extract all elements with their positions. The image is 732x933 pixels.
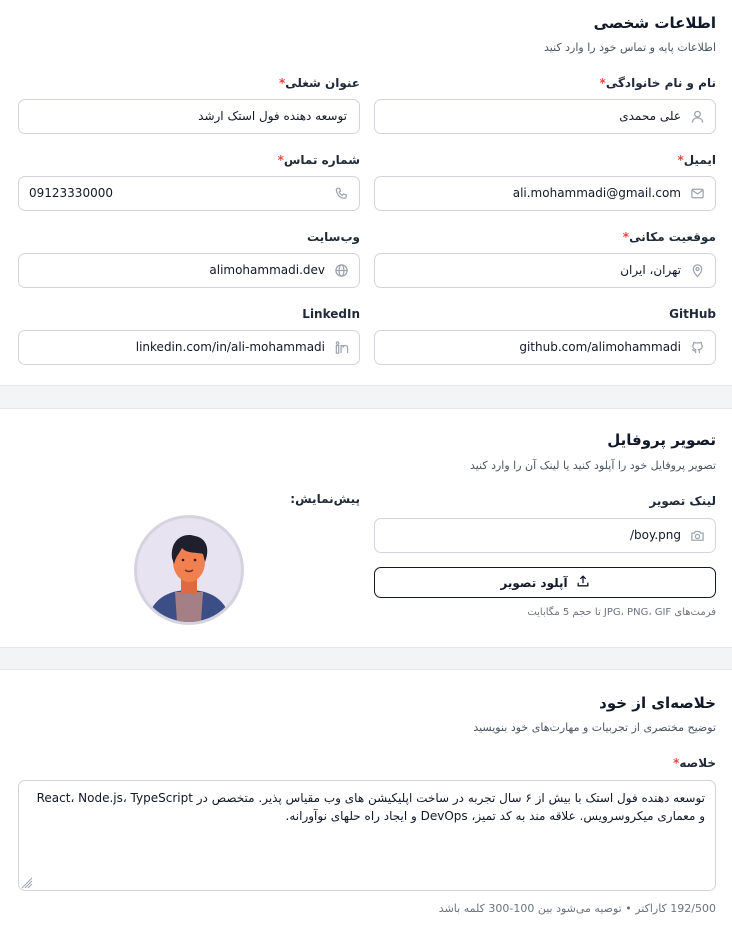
- summary-label: خلاصه*: [673, 756, 716, 770]
- fullname-label: نام و نام خانوادگی*: [599, 76, 716, 90]
- personal-info-title: اطلاعات شخصی: [593, 14, 716, 32]
- linkedin-icon: [334, 340, 349, 355]
- user-icon: [690, 109, 705, 124]
- profile-image-title: تصویر پروفایل: [607, 431, 716, 449]
- map-pin-icon: [690, 263, 705, 278]
- image-link-input[interactable]: /boy.png: [374, 518, 716, 553]
- personal-info-subtitle: اطلاعات پایه و تماس خود را وارد کنید: [544, 41, 716, 54]
- jobtitle-value: توسعه دهنده فول استک ارشد: [198, 109, 347, 123]
- phone-input[interactable]: 09123330000: [18, 176, 360, 211]
- summary-subtitle: توضیح مختصری از تجربیات و مهارت‌های خود …: [473, 721, 716, 734]
- linkedin-input[interactable]: linkedin.com/in/ali-mohammadi: [18, 330, 360, 365]
- image-link-label: لینک تصویر: [649, 494, 716, 508]
- upload-image-button[interactable]: آپلود تصویر: [374, 567, 716, 598]
- website-value: alimohammadi.dev: [209, 263, 325, 277]
- resize-handle-icon[interactable]: [21, 876, 33, 889]
- summary-card: خلاصه‌ای از خود توضیح مختصری از تجربیات …: [0, 669, 732, 933]
- email-label: ایمیل*: [677, 153, 716, 167]
- email-value: ali.mohammadi@gmail.com: [512, 186, 681, 200]
- summary-title: خلاصه‌ای از خود: [599, 694, 716, 712]
- summary-counter: 192/500 کاراکتر • توصیه می‌شود بین 100-3…: [438, 902, 716, 915]
- location-input[interactable]: تهران، ایران: [374, 253, 716, 288]
- preview-label: پیش‌نمایش:: [290, 492, 360, 506]
- profile-image-card: تصویر پروفایل تصویر پروفایل خود را آپلود…: [0, 408, 732, 648]
- github-label: GitHub: [669, 307, 716, 321]
- profile-image-subtitle: تصویر پروفایل خود را آپلود کنید یا لینک …: [469, 459, 716, 472]
- phone-value: 09123330000: [29, 186, 113, 200]
- location-value: تهران، ایران: [620, 263, 681, 277]
- github-value: github.com/alimohammadi: [519, 340, 681, 354]
- email-input[interactable]: ali.mohammadi@gmail.com: [374, 176, 716, 211]
- mail-icon: [690, 186, 705, 201]
- linkedin-label: LinkedIn: [302, 307, 360, 321]
- website-input[interactable]: alimohammadi.dev: [18, 253, 360, 288]
- github-icon: [690, 340, 705, 355]
- formats-hint: فرمت‌های JPG، PNG، GIF تا حجم 5 مگابایت: [527, 607, 716, 618]
- summary-text: توسعه دهنده فول استک با بیش از ۶ سال تجر…: [36, 791, 705, 823]
- globe-icon: [334, 263, 349, 278]
- upload-icon: [576, 574, 590, 591]
- website-label: وب‌سایت: [306, 230, 360, 244]
- image-link-value: /boy.png: [629, 528, 681, 542]
- location-label: موقعیت مکانی*: [622, 230, 716, 244]
- avatar-preview: [134, 515, 244, 625]
- fullname-value: علی محمدی: [619, 109, 681, 123]
- upload-button-label: آپلود تصویر: [500, 575, 568, 590]
- jobtitle-input[interactable]: توسعه دهنده فول استک ارشد: [18, 99, 360, 134]
- fullname-input[interactable]: علی محمدی: [374, 99, 716, 134]
- phone-label: شماره تماس*: [277, 153, 360, 167]
- phone-icon: [334, 186, 349, 201]
- linkedin-value: linkedin.com/in/ali-mohammadi: [135, 340, 325, 354]
- jobtitle-label: عنوان شغلی*: [278, 76, 360, 90]
- personal-info-card: اطلاعات شخصی اطلاعات پایه و تماس خود را …: [0, 0, 732, 386]
- github-input[interactable]: github.com/alimohammadi: [374, 330, 716, 365]
- summary-textarea[interactable]: توسعه دهنده فول استک با بیش از ۶ سال تجر…: [18, 780, 716, 891]
- camera-icon: [690, 528, 705, 543]
